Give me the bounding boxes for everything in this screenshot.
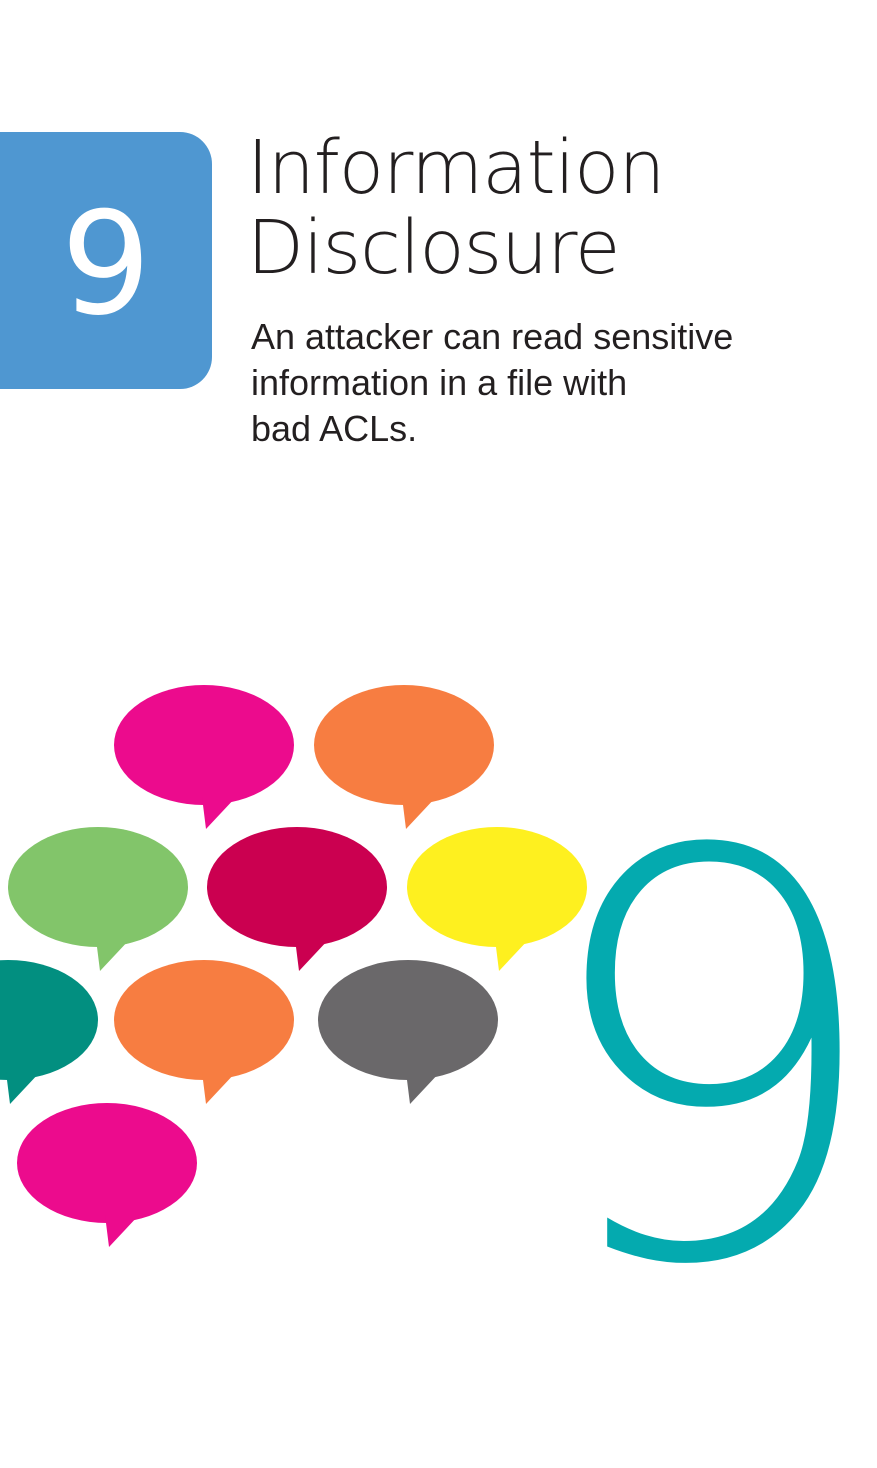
- speech-bubble-icon: [8, 827, 188, 971]
- threat-card: 9 Information Disclosure An attacker can…: [0, 0, 877, 1468]
- card-artwork: 9: [0, 685, 877, 1388]
- speech-bubble-icon: [314, 685, 494, 829]
- speech-bubble-icon: [207, 827, 387, 971]
- large-number-graphic: 9: [532, 736, 877, 1388]
- speech-bubble-icon: [318, 960, 498, 1104]
- speech-bubble-icon: [114, 960, 294, 1104]
- speech-bubble-icon: [17, 1103, 197, 1247]
- speech-bubble-icon: [0, 960, 98, 1104]
- speech-bubble-icon: [114, 685, 294, 829]
- speech-bubbles-group: [0, 685, 587, 1247]
